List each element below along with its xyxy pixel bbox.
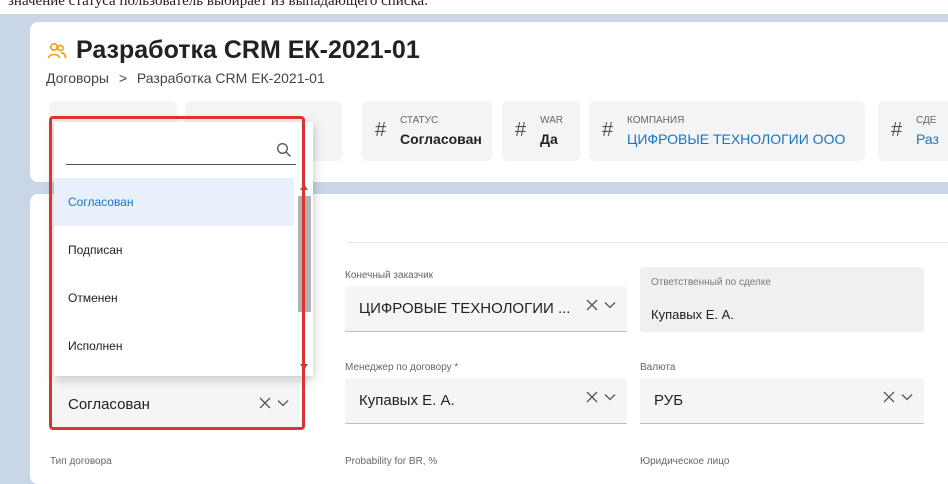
highlight-frame: [49, 116, 305, 430]
currency-select[interactable]: РУБ: [640, 378, 924, 424]
clear-icon[interactable]: [585, 298, 599, 312]
hash-icon: #: [891, 119, 903, 141]
responsible-field: Ответственный по сделке Купавых Е. А.: [640, 267, 924, 332]
stat-company-link[interactable]: ЦИФРОВЫЕ ТЕХНОЛОГИИ ООО: [627, 131, 845, 147]
stat-tile-deal: # СДЕ Раз: [878, 101, 948, 161]
stat-tile-status: # СТАТУС Согласован: [362, 101, 492, 161]
currency-value: РУБ: [654, 392, 684, 409]
hash-icon: #: [602, 119, 614, 141]
clear-icon[interactable]: [882, 390, 896, 404]
stat-deal-label: СДЕ: [916, 115, 937, 126]
probability-label: Probability for BR, %: [345, 456, 438, 467]
field-actions: [585, 298, 617, 312]
stat-tile-company: # КОМПАНИЯ ЦИФРОВЫЕ ТЕХНОЛОГИИ ООО: [589, 101, 865, 161]
end-customer-value: ЦИФРОВЫЕ ТЕХНОЛОГИИ ...: [359, 300, 571, 317]
page-title: Разработка CRM ЕК-2021-01: [76, 36, 420, 64]
currency-label: Валюта: [640, 362, 676, 373]
contract-manager-select[interactable]: Купавых Е. А.: [345, 378, 627, 424]
responsible-value: Купавых Е. А.: [651, 307, 734, 322]
end-customer-select[interactable]: ЦИФРОВЫЕ ТЕХНОЛОГИИ ...: [345, 286, 627, 332]
stat-tile-war: # WAR Да: [502, 101, 580, 161]
instruction-text: значение статуса пользователь выбирает и…: [8, 0, 428, 9]
clear-icon[interactable]: [585, 390, 599, 404]
stat-company-label: КОМПАНИЯ: [627, 115, 685, 126]
stat-deal-link[interactable]: Раз: [916, 131, 939, 147]
section-divider: [348, 242, 948, 243]
chevron-down-icon[interactable]: [603, 298, 617, 312]
breadcrumb-separator: >: [118, 70, 128, 86]
users-icon: [47, 42, 67, 58]
breadcrumb-parent-link[interactable]: Договоры: [46, 70, 109, 86]
field-actions: [882, 390, 914, 404]
stat-war-label: WAR: [540, 115, 563, 126]
responsible-label: Ответственный по сделке: [651, 277, 771, 288]
hash-icon: #: [515, 119, 527, 141]
end-customer-label: Конечный заказчик: [345, 270, 434, 281]
chevron-down-icon[interactable]: [603, 390, 617, 404]
stat-status-label: СТАТУС: [400, 115, 439, 126]
breadcrumb-current: Разработка CRM ЕК-2021-01: [136, 70, 325, 86]
contract-manager-label: Менеджер по договору *: [345, 362, 459, 373]
title-row: Разработка CRM ЕК-2021-01: [46, 36, 420, 65]
chevron-down-icon[interactable]: [900, 390, 914, 404]
stat-war-value: Да: [540, 131, 558, 147]
hash-icon: #: [375, 119, 387, 141]
legal-entity-label: Юридическое лицо: [640, 456, 730, 467]
contract-manager-value: Купавых Е. А.: [359, 392, 455, 409]
breadcrumb: Договоры > Разработка CRM ЕК-2021-01: [46, 70, 325, 86]
stat-status-value: Согласован: [400, 131, 482, 147]
contract-type-label: Тип договора: [50, 456, 112, 467]
instruction-strip: значение статуса пользователь выбирает и…: [0, 0, 948, 14]
field-actions: [585, 390, 617, 404]
